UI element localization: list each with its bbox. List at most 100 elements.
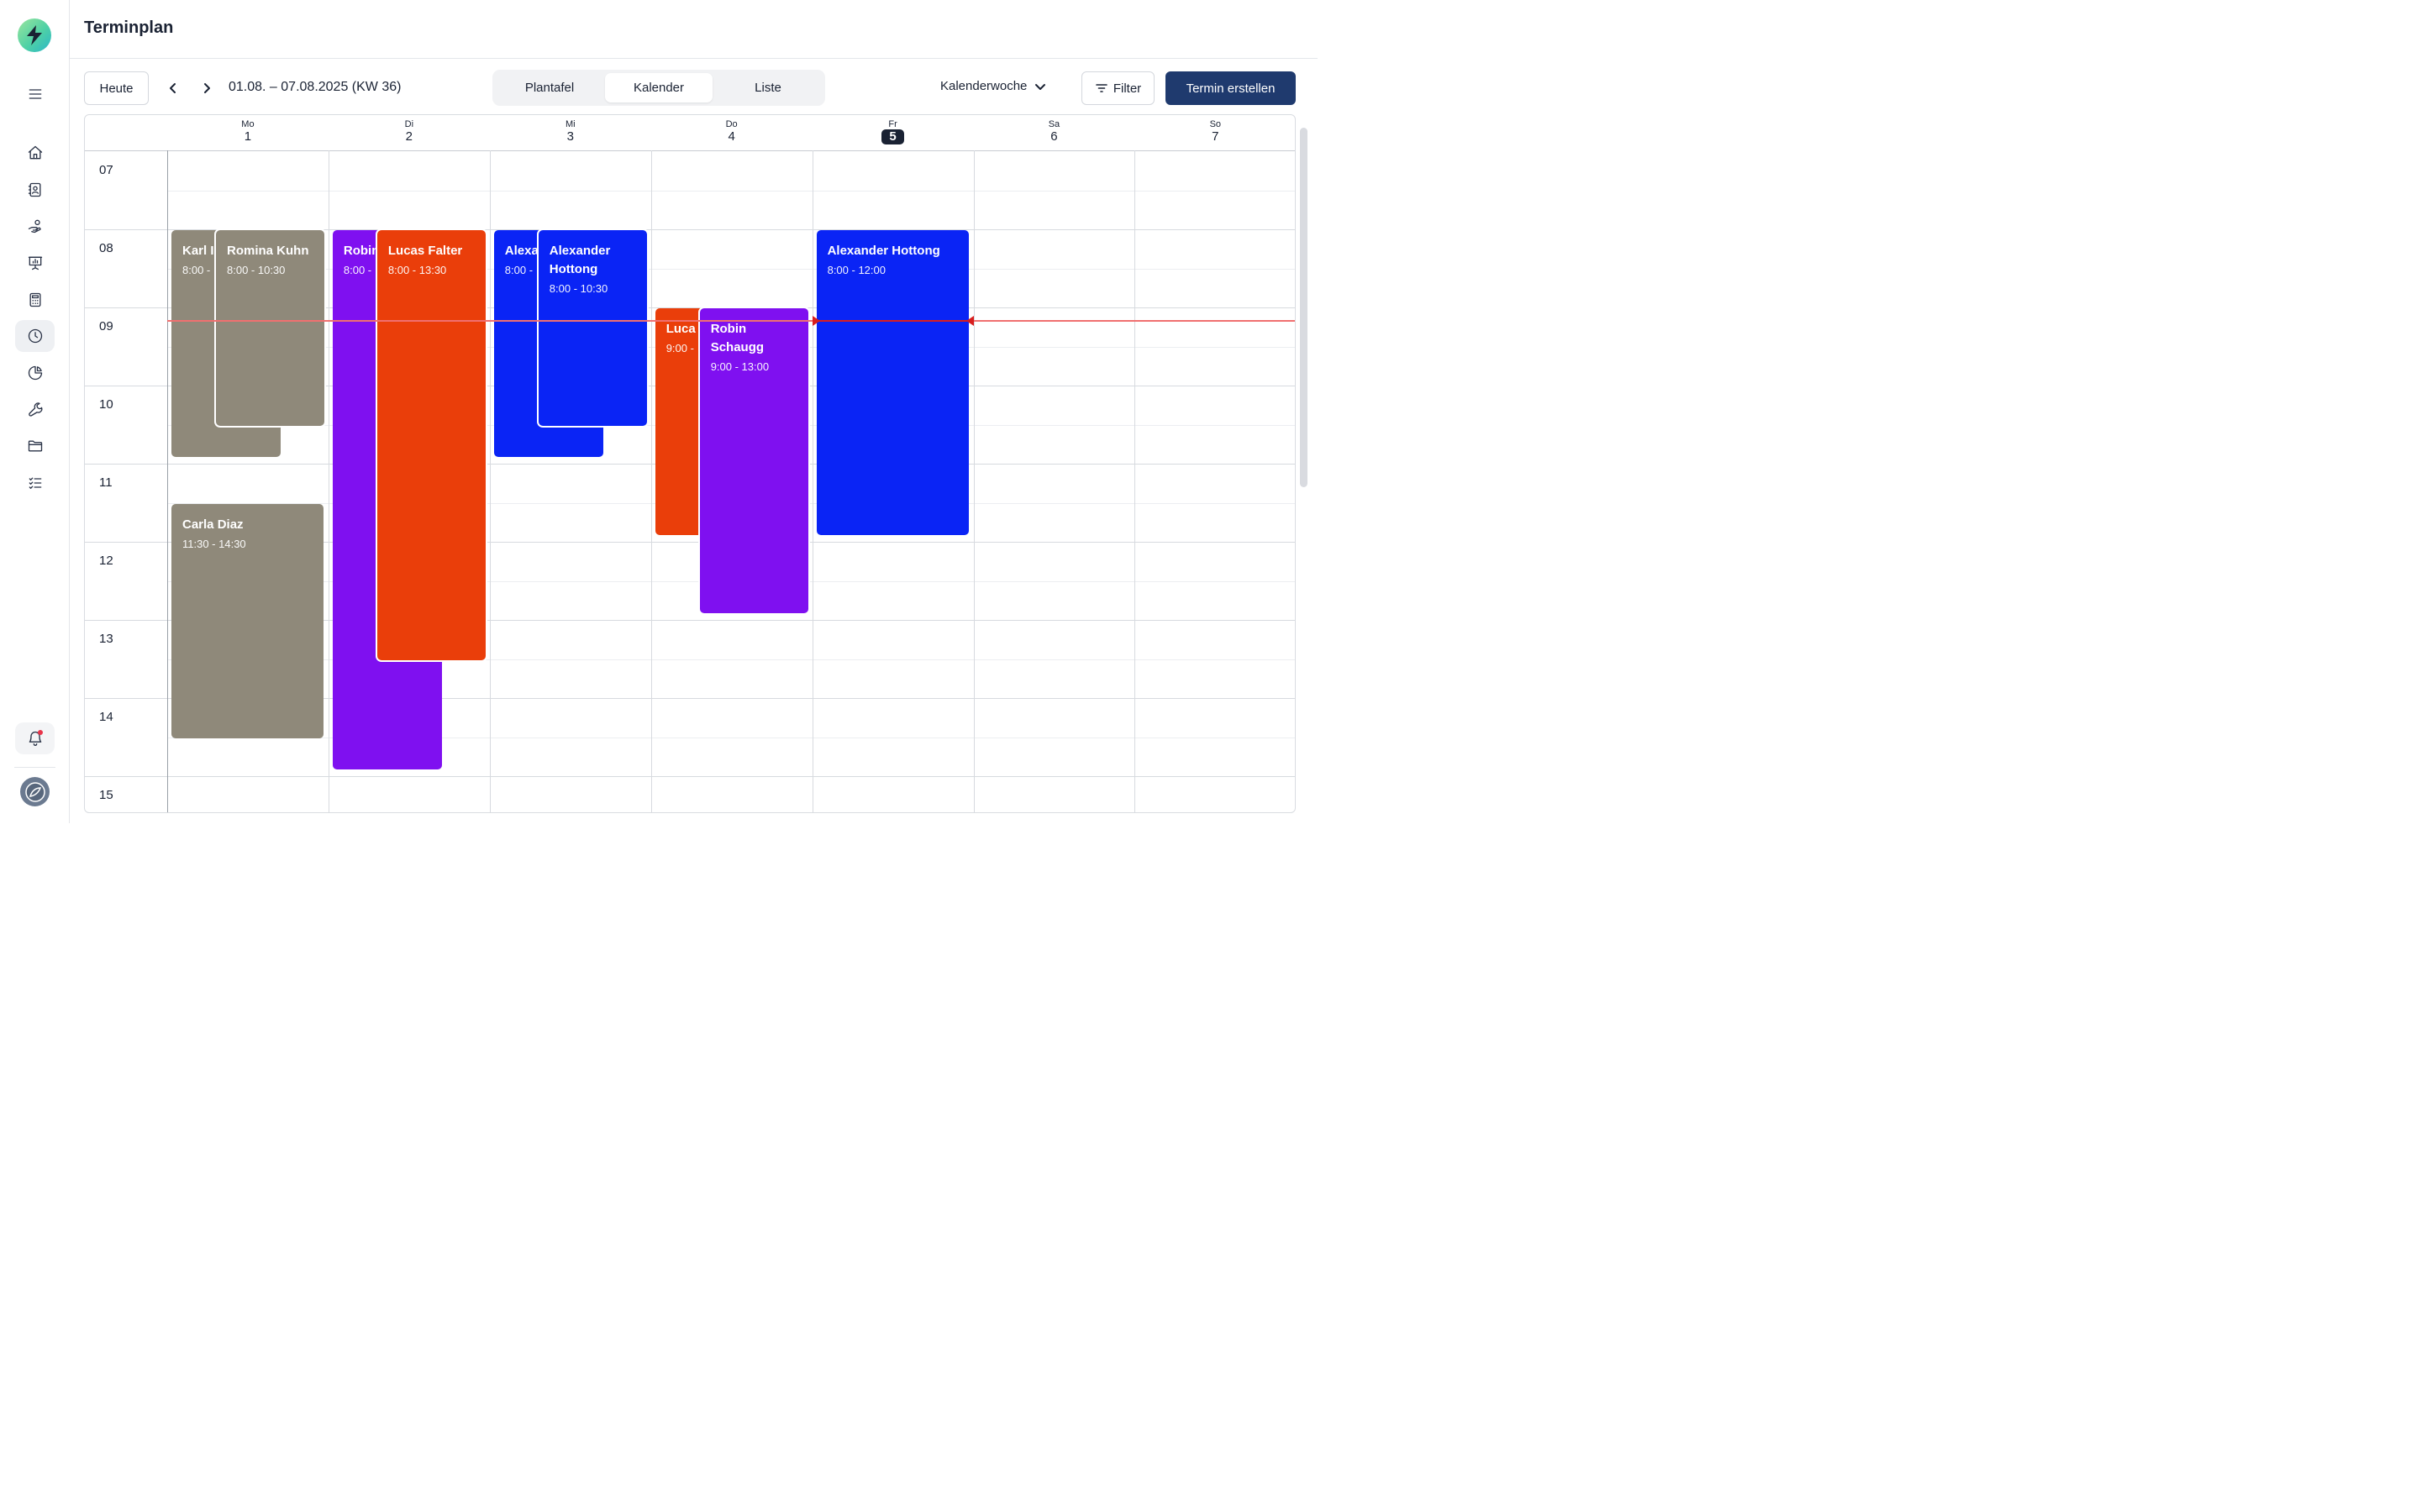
user-avatar[interactable]	[20, 777, 50, 806]
appointment-name: Alexander Hottong	[549, 244, 611, 276]
tab-liste[interactable]: Liste	[714, 73, 822, 102]
appointment-time: 8:00 - 10:30	[227, 264, 286, 276]
hour-label: 15	[99, 788, 113, 802]
day-number: 4	[728, 129, 735, 144]
chevron-left-icon	[170, 83, 176, 93]
day-number: 6	[1050, 129, 1058, 144]
hour-label: 12	[99, 554, 113, 568]
today-button[interactable]: Heute	[84, 71, 149, 105]
day-header-mo[interactable]: Mo 1	[167, 115, 329, 150]
sidebar-item-folder[interactable]	[15, 430, 55, 462]
hour-label: 10	[99, 397, 113, 412]
home-icon	[28, 145, 42, 160]
hour-label: 09	[99, 319, 113, 333]
pie-chart-icon	[28, 365, 42, 381]
header-bottom-border	[85, 150, 1295, 151]
day-header-do[interactable]: Do 4	[651, 115, 813, 150]
sidebar-item-wrench[interactable]	[15, 393, 55, 425]
notifications-button[interactable]	[15, 722, 55, 754]
calendar-scrollbar[interactable]	[1300, 128, 1307, 487]
app-logo-icon[interactable]	[18, 18, 51, 52]
hour-label: 11	[99, 475, 113, 490]
filter-button[interactable]: Filter	[1081, 71, 1155, 105]
day-column-border	[1134, 150, 1136, 812]
day-header-sa[interactable]: Sa 6	[974, 115, 1135, 150]
sidebar-item-presentation[interactable]	[15, 247, 55, 279]
menu-icon	[29, 89, 41, 99]
hour-label: 07	[99, 163, 113, 177]
day-column-border	[489, 150, 491, 812]
checklist-icon	[29, 477, 41, 489]
period-select[interactable]: Kalenderwoche	[940, 79, 1047, 93]
day-name: Mi	[565, 119, 576, 129]
day-name: Di	[404, 119, 414, 129]
appointment-card[interactable]: Carla Diaz 11:30 - 14:30	[171, 503, 324, 738]
current-time-line-today	[812, 319, 974, 322]
tab-plantafel[interactable]: Plantafel	[496, 73, 603, 102]
day-header-mi[interactable]: Mi 3	[490, 115, 651, 150]
hour-label: 13	[99, 632, 113, 646]
appointment-time: 8:00 - 13:30	[387, 264, 447, 276]
day-name: So	[1209, 119, 1222, 129]
chevron-right-icon	[204, 83, 210, 93]
day-name: Do	[725, 119, 738, 129]
sidebar-item-clock[interactable]	[15, 320, 55, 352]
hour-gridline	[85, 776, 1295, 777]
filter-icon	[1096, 84, 1107, 92]
contacts-icon	[28, 182, 40, 197]
day-number: 7	[1212, 129, 1219, 144]
appointment-card[interactable]: Alexander Hottong 8:00 - 12:00	[816, 230, 969, 535]
calculator-icon	[29, 292, 40, 307]
day-header-fr[interactable]: Fr 5	[813, 115, 974, 150]
hour-label: 08	[99, 241, 113, 255]
appointment-card[interactable]: Romina Kuhn 8:00 - 10:30	[216, 230, 324, 426]
day-header-di[interactable]: Di 2	[329, 115, 490, 150]
day-name: Fr	[888, 119, 897, 129]
filter-button-label: Filter	[1113, 81, 1142, 96]
sidebar	[0, 0, 70, 823]
appointment-time: 11:30 - 14:30	[182, 537, 246, 550]
day-header-so[interactable]: So 7	[1134, 115, 1295, 150]
appointment-name: Carla Diaz	[182, 517, 244, 532]
sidebar-item-checklist[interactable]	[15, 467, 55, 499]
day-number: 2	[405, 129, 413, 144]
appointment-card[interactable]: Lucas Falter 8:00 - 13:30	[376, 230, 486, 660]
avatar-icon	[24, 781, 45, 802]
create-appointment-button[interactable]: Termin erstellen	[1165, 71, 1296, 105]
sidebar-item-pie-chart[interactable]	[15, 357, 55, 389]
sidebar-item-menu[interactable]	[15, 78, 55, 110]
time-column-border	[167, 150, 168, 812]
notification-badge	[38, 730, 43, 735]
today-day-number: 5	[881, 129, 905, 144]
day-name: Mo	[241, 119, 255, 129]
header-divider	[70, 58, 1318, 59]
day-name: Sa	[1048, 119, 1060, 129]
hour-label: 14	[99, 710, 113, 724]
current-time-marker-icon	[965, 315, 974, 326]
appointment-name: Romina Kuhn	[227, 244, 309, 258]
period-select-label: Kalenderwoche	[940, 79, 1028, 93]
sidebar-item-hand-coins[interactable]	[15, 210, 55, 242]
lightning-bolt-icon	[27, 25, 42, 45]
day-number: 1	[244, 129, 252, 144]
next-week-button[interactable]	[197, 79, 216, 97]
appointment-time: 8:00 - 10:30	[549, 282, 608, 295]
sidebar-item-home[interactable]	[15, 137, 55, 169]
appointment-card[interactable]: Alexander Hottong 8:00 - 10:30	[538, 230, 647, 426]
folder-icon	[28, 440, 42, 452]
appointment-card[interactable]: Robin Schaugg 9:00 - 13:00	[699, 308, 808, 613]
appointment-name: Alexander Hottong	[827, 244, 940, 258]
sidebar-item-contacts[interactable]	[15, 174, 55, 206]
current-time-marker-icon	[812, 315, 820, 326]
presentation-icon	[28, 256, 42, 270]
view-switcher: Plantafel Kalender Liste	[492, 70, 825, 106]
day-number: 3	[566, 129, 574, 144]
date-range-label: 01.08. – 07.08.2025 (KW 36)	[229, 80, 402, 94]
sidebar-item-calculator[interactable]	[15, 284, 55, 316]
appointment-name: Lucas Falter	[387, 244, 463, 258]
current-time-line	[167, 319, 1295, 322]
chevron-down-icon	[1035, 83, 1046, 90]
previous-week-button[interactable]	[164, 79, 182, 97]
tab-kalender[interactable]: Kalender	[605, 73, 713, 102]
appointment-time: 8:00 - 12:00	[827, 264, 886, 276]
